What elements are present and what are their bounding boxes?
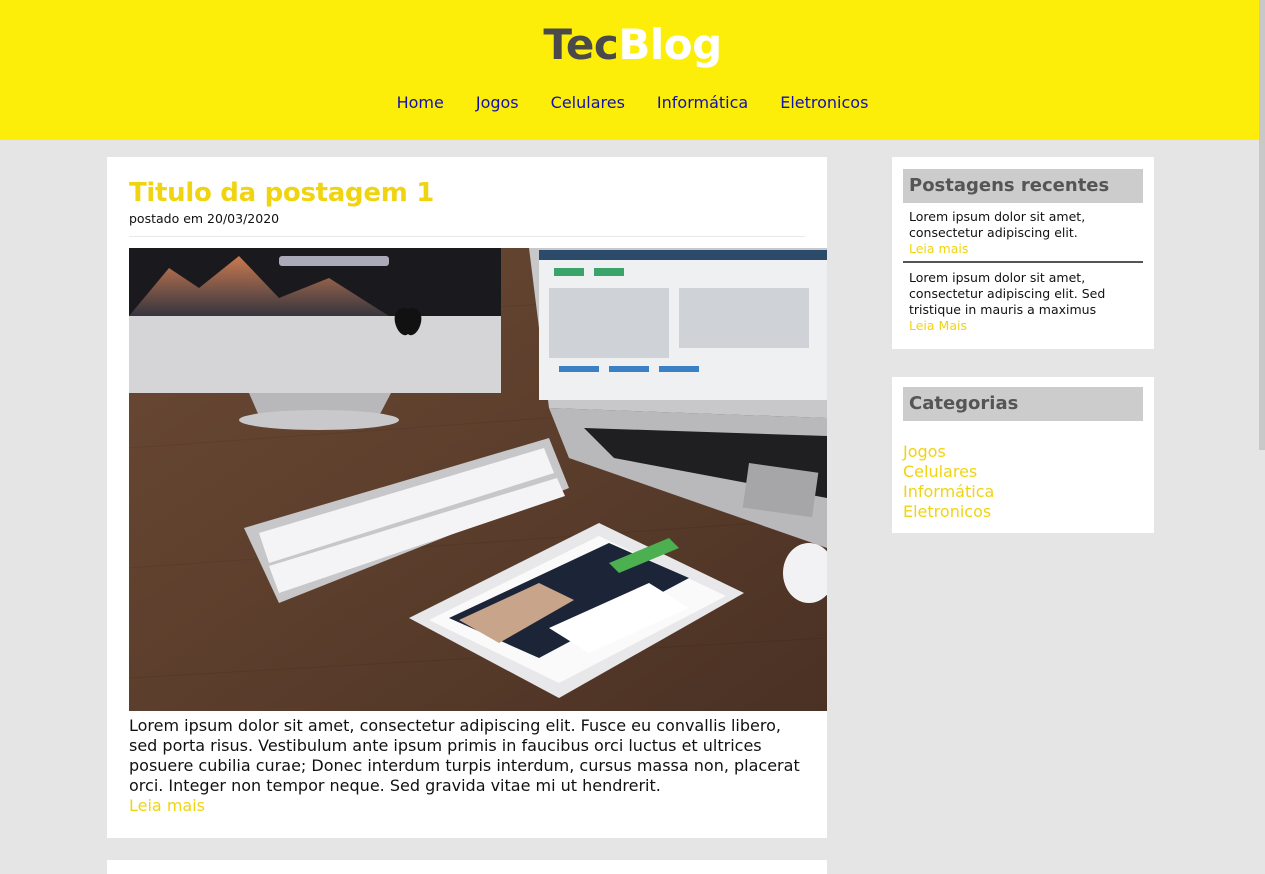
categories-title: Categorias: [903, 387, 1143, 421]
nav-celulares[interactable]: Celulares: [551, 93, 625, 112]
recent-post-item: Lorem ipsum dolor sit amet, consectetur …: [903, 270, 1143, 334]
post-divider: [129, 236, 805, 237]
category-item: Celulares: [903, 462, 994, 482]
categories-widget: Categorias Jogos Celulares Informática E…: [892, 377, 1154, 533]
category-item: Jogos: [903, 442, 994, 462]
category-item: Eletronicos: [903, 502, 994, 522]
logo-tec: Tec: [543, 20, 619, 69]
category-celulares[interactable]: Celulares: [903, 462, 977, 481]
recent-post-link[interactable]: Leia Mais: [909, 318, 1143, 334]
categories-list: Jogos Celulares Informática Eletronicos: [903, 442, 994, 522]
post-read-more-link[interactable]: Leia mais: [129, 796, 205, 815]
post-title[interactable]: Titulo da postagem 1: [129, 178, 434, 208]
recent-posts-title: Postagens recentes: [903, 169, 1143, 203]
site-logo[interactable]: TecBlog: [0, 20, 1265, 69]
logo-blog: Blog: [618, 20, 722, 69]
post-excerpt: Lorem ipsum dolor sit amet, consectetur …: [129, 716, 800, 795]
category-jogos[interactable]: Jogos: [903, 442, 946, 461]
page-scrollbar[interactable]: [1259, 0, 1265, 450]
nav-eletronicos[interactable]: Eletronicos: [780, 93, 868, 112]
category-informatica[interactable]: Informática: [903, 482, 994, 501]
recent-post-text: Lorem ipsum dolor sit amet, consectetur …: [909, 209, 1086, 240]
desk-devices-illustration: [129, 248, 827, 711]
post-date: postado em 20/03/2020: [129, 211, 280, 226]
recent-post-text: Lorem ipsum dolor sit amet, consectetur …: [909, 270, 1106, 317]
nav-jogos[interactable]: Jogos: [476, 93, 519, 112]
category-eletronicos[interactable]: Eletronicos: [903, 502, 991, 521]
nav-home[interactable]: Home: [397, 93, 444, 112]
next-post-card: [107, 860, 827, 874]
recent-divider: [903, 261, 1143, 263]
post-card: Titulo da postagem 1 postado em 20/03/20…: [107, 157, 827, 838]
category-item: Informática: [903, 482, 994, 502]
recent-post-item: Lorem ipsum dolor sit amet, consectetur …: [903, 209, 1143, 257]
site-header: TecBlog Home Jogos Celulares Informática…: [0, 0, 1265, 140]
post-image: [129, 248, 827, 711]
main-nav: Home Jogos Celulares Informática Eletron…: [0, 93, 1265, 112]
nav-informatica[interactable]: Informática: [657, 93, 748, 112]
recent-posts-widget: Postagens recentes Lorem ipsum dolor sit…: [892, 157, 1154, 349]
recent-post-link[interactable]: Leia mais: [909, 241, 1143, 257]
